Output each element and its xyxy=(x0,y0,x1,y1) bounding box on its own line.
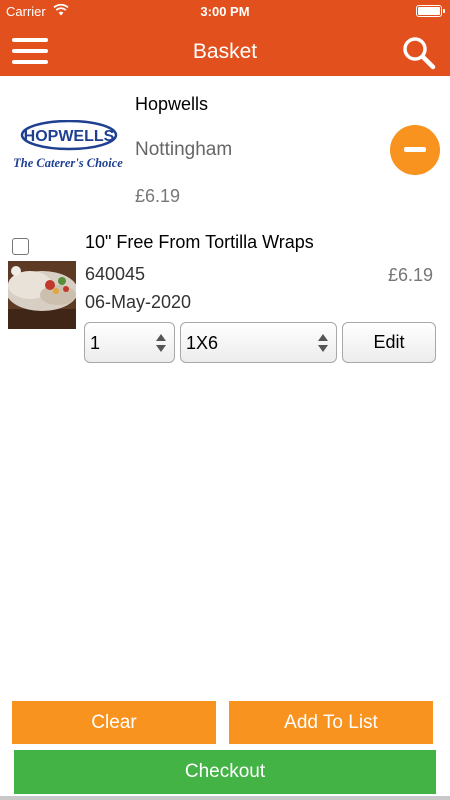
item-code: 640045 xyxy=(85,264,146,284)
add-to-list-button[interactable]: Add To List xyxy=(229,701,433,744)
clear-button[interactable]: Clear xyxy=(12,701,216,744)
basket-item: 10" Free From Tortilla Wraps 640045 £6.1… xyxy=(0,228,450,368)
remove-supplier-button[interactable] xyxy=(390,125,440,175)
item-title: 10" Free From Tortilla Wraps xyxy=(85,232,314,252)
item-date: 06-May-2020 xyxy=(85,292,192,312)
quantity-value: 1 xyxy=(90,333,101,353)
bottom-divider xyxy=(0,796,450,800)
up-down-arrows-icon xyxy=(156,334,166,352)
search-icon[interactable] xyxy=(402,36,436,70)
battery-icon xyxy=(416,5,445,17)
pack-size-value: 1X6 xyxy=(186,333,219,353)
supplier-section: HOPWELLS The Caterer's Choice Hopwells N… xyxy=(0,76,450,216)
quantity-select[interactable]: 1 xyxy=(84,322,175,363)
checkout-button[interactable]: Checkout xyxy=(14,750,436,794)
logo-tagline: The Caterer's Choice xyxy=(13,156,123,170)
up-down-arrows-icon xyxy=(318,334,328,352)
nav-bar: Basket xyxy=(0,22,450,76)
supplier-logo: HOPWELLS The Caterer's Choice xyxy=(13,120,123,170)
item-checkbox[interactable] xyxy=(12,238,29,255)
logo-wordmark: HOPWELLS xyxy=(24,128,115,145)
page-title: Basket xyxy=(192,40,258,63)
item-price: £6.19 xyxy=(387,265,433,285)
edit-button[interactable]: Edit xyxy=(342,322,436,363)
product-image xyxy=(8,261,76,329)
pack-size-select[interactable]: 1X6 xyxy=(180,322,337,363)
supplier-location: Nottingham xyxy=(135,139,233,160)
status-bar: Carrier 3:00 PM xyxy=(0,0,450,22)
supplier-name: Hopwells xyxy=(135,94,209,114)
status-time: 3:00 PM xyxy=(200,4,250,19)
minus-circle-icon xyxy=(404,147,426,152)
supplier-total: £6.19 xyxy=(135,186,181,206)
